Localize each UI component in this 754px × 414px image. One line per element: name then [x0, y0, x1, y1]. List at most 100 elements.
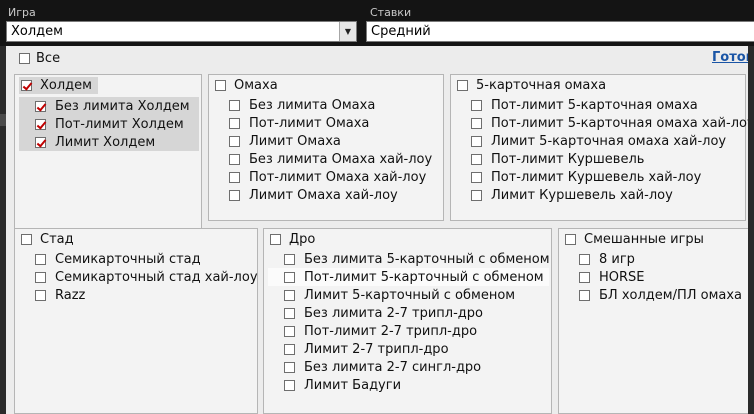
stakes-select[interactable]: Средний: [366, 21, 754, 42]
stakes-select-value: Средний: [371, 24, 431, 39]
group-omaha5-header[interactable]: 5-карточная омаха: [457, 78, 606, 93]
list-item[interactable]: Пот-лимит Куршевель хай-лоу: [451, 168, 754, 186]
list-item[interactable]: Лимит Омаха: [209, 132, 432, 150]
list-item[interactable]: Пот-лимит 5-карточная омаха: [451, 96, 754, 114]
checkbox[interactable]: [35, 289, 46, 301]
list-item[interactable]: БЛ холдем/ПЛ омаха: [559, 286, 742, 304]
checkbox[interactable]: [471, 153, 482, 165]
item-label: Пот-лимит 5-карточная омаха хай-лоу: [491, 115, 754, 131]
list-item[interactable]: Лимит 5-карточная омаха хай-лоу: [451, 132, 754, 150]
list-item[interactable]: Без лимита Холдем: [19, 97, 199, 115]
checkbox[interactable]: [284, 325, 295, 337]
checkbox[interactable]: [229, 117, 240, 129]
list-item[interactable]: Без лимита Омаха хай-лоу: [209, 150, 432, 168]
group-holdem-items: Без лимита Холдем Пот-лимит Холдем Лимит…: [15, 97, 199, 151]
list-item[interactable]: Лимит Омаха хай-лоу: [209, 186, 432, 204]
checkbox[interactable]: [284, 307, 295, 319]
group-omaha5: 5-карточная омаха Пот-лимит 5-карточная …: [450, 74, 754, 221]
checkbox[interactable]: [284, 361, 295, 373]
right-edge: [748, 46, 754, 414]
item-label: Лимит Омаха: [249, 133, 341, 149]
list-item[interactable]: Пот-лимит Омаха хай-лоу: [209, 168, 432, 186]
checkbox[interactable]: [284, 271, 295, 283]
checkbox[interactable]: [284, 379, 295, 391]
checkbox[interactable]: [229, 189, 240, 201]
omaha5-checkbox[interactable]: [457, 80, 468, 91]
checkbox[interactable]: [284, 253, 295, 265]
checkbox[interactable]: [229, 135, 240, 147]
checkbox[interactable]: [229, 153, 240, 165]
item-label: Лимит Куршевель хай-лоу: [491, 187, 673, 203]
list-item[interactable]: Семикарточный стад: [15, 250, 258, 268]
list-item[interactable]: HORSE: [559, 268, 742, 286]
list-item[interactable]: Лимит 5-карточный с обменом: [264, 286, 549, 304]
list-item[interactable]: Лимит Холдем: [19, 133, 199, 151]
checkbox[interactable]: [35, 100, 46, 112]
checkbox[interactable]: [471, 117, 482, 129]
item-label: HORSE: [599, 269, 645, 285]
checkbox[interactable]: [229, 99, 240, 111]
group-holdem-header[interactable]: Холдем: [19, 77, 98, 94]
game-label: Игра: [8, 6, 36, 19]
item-label: Без лимита Холдем: [55, 98, 190, 114]
list-item[interactable]: Без лимита 5-карточный с обменом: [264, 250, 550, 268]
list-item[interactable]: Пот-лимит Омаха: [209, 114, 432, 132]
group-stud-header[interactable]: Стад: [21, 232, 74, 247]
checkbox[interactable]: [471, 189, 482, 201]
checkbox[interactable]: [284, 289, 295, 301]
group-mixed-header[interactable]: Смешанные игры: [565, 232, 704, 247]
draw-checkbox[interactable]: [270, 234, 281, 245]
list-item[interactable]: Семикарточный стад хай-лоу: [15, 268, 258, 286]
checkbox[interactable]: [35, 136, 46, 148]
item-label: Razz: [55, 287, 86, 303]
list-item[interactable]: Пот-лимит Холдем: [19, 115, 199, 133]
group-stud-items: Семикарточный стад Семикарточный стад ха…: [15, 250, 258, 304]
item-label: Пот-лимит 5-карточная омаха: [491, 97, 698, 113]
checkbox[interactable]: [579, 271, 590, 283]
checkbox[interactable]: [35, 118, 46, 130]
list-item[interactable]: Пот-лимит 2-7 трипл-дро: [264, 322, 549, 340]
list-item[interactable]: Razz: [15, 286, 258, 304]
checkbox[interactable]: [35, 253, 46, 265]
list-item[interactable]: Без лимита Омаха: [209, 96, 432, 114]
group-omaha-header[interactable]: Омаха: [215, 78, 278, 93]
group-draw-header[interactable]: Дро: [270, 232, 315, 247]
all-games-toggle[interactable]: Все: [19, 51, 60, 66]
checkbox[interactable]: [471, 99, 482, 111]
list-item[interactable]: Лимит Бадуги: [264, 376, 549, 394]
checkbox[interactable]: [579, 253, 590, 265]
list-item[interactable]: Лимит 2-7 трипл-дро: [264, 340, 549, 358]
group-draw-title: Дро: [289, 232, 316, 247]
list-item[interactable]: Лимит Куршевель хай-лоу: [451, 186, 754, 204]
holdem-checkbox[interactable]: [21, 80, 32, 91]
item-label: Лимит 5-карточная омаха хай-лоу: [491, 133, 727, 149]
game-select[interactable]: Холдем ▼: [6, 21, 357, 42]
stud-checkbox[interactable]: [21, 234, 32, 245]
group-stud: Стад Семикарточный стад Семикарточный ст…: [14, 228, 258, 414]
checkbox[interactable]: [471, 135, 482, 147]
item-label: Семикарточный стад хай-лоу: [55, 269, 258, 285]
list-item[interactable]: 8 игр: [559, 250, 742, 268]
item-label: Без лимита 5-карточный с обменом: [304, 251, 550, 267]
group-omaha-title: Омаха: [234, 78, 278, 93]
filter-bar: Игра Холдем ▼ Ставки Средний: [0, 0, 754, 46]
list-item[interactable]: Пот-лимит 5-карточная омаха хай-лоу: [451, 114, 754, 132]
checkbox[interactable]: [35, 271, 46, 283]
game-select-value: Холдем: [11, 24, 63, 39]
mixed-checkbox[interactable]: [565, 234, 576, 245]
all-label: Все: [36, 51, 61, 66]
list-item[interactable]: Без лимита 2-7 сингл-дро: [264, 358, 549, 376]
list-item-hovered[interactable]: Пот-лимит 5-карточный с обменом: [268, 268, 549, 286]
group-omaha: Омаха Без лимита Омаха Пот-лимит Омаха Л…: [208, 74, 444, 221]
list-item[interactable]: Без лимита 2-7 трипл-дро: [264, 304, 549, 322]
item-label: Пот-лимит Омаха хай-лоу: [249, 169, 427, 185]
all-checkbox[interactable]: [19, 53, 30, 64]
checkbox[interactable]: [579, 289, 590, 301]
chevron-down-icon[interactable]: ▼: [339, 22, 356, 41]
checkbox[interactable]: [284, 343, 295, 355]
checkbox[interactable]: [471, 171, 482, 183]
checkbox[interactable]: [229, 171, 240, 183]
item-label: Без лимита Омаха: [249, 97, 376, 113]
omaha-checkbox[interactable]: [215, 80, 226, 91]
list-item[interactable]: Пот-лимит Куршевель: [451, 150, 754, 168]
